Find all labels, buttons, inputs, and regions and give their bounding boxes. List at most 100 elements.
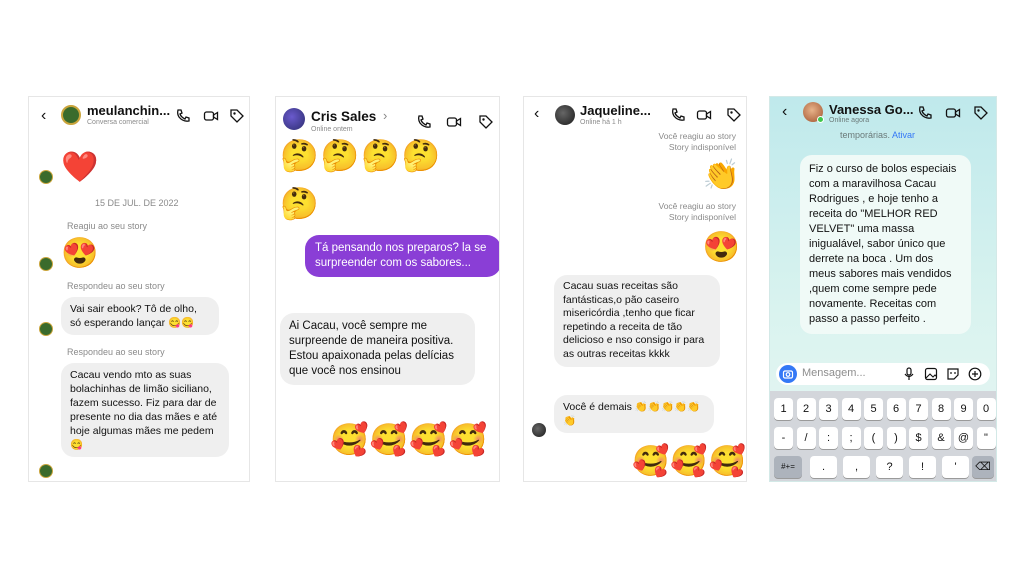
key[interactable]: ' bbox=[942, 456, 969, 478]
chevron-right-icon[interactable]: › bbox=[383, 108, 387, 123]
avatar[interactable] bbox=[283, 108, 305, 130]
microphone-icon[interactable] bbox=[902, 367, 916, 381]
message-bubble: Vai sair ebook? Tô de olho, só esperando… bbox=[61, 297, 219, 335]
notice-text: temporárias. bbox=[840, 130, 891, 140]
message-input[interactable]: Mensagem... bbox=[802, 367, 866, 379]
key[interactable]: 7 bbox=[909, 398, 928, 420]
sticker-icon[interactable] bbox=[946, 367, 960, 381]
clap-reaction: 👏 bbox=[702, 159, 740, 192]
back-arrow-icon[interactable]: ‹ bbox=[782, 103, 787, 121]
key[interactable]: " bbox=[976, 427, 996, 449]
heart-eyes-reaction: 😍 bbox=[61, 237, 99, 270]
key[interactable]: . bbox=[810, 456, 837, 478]
sender-avatar bbox=[39, 170, 53, 184]
message-input-bar[interactable]: Mensagem... bbox=[776, 363, 990, 385]
key[interactable]: , bbox=[843, 456, 870, 478]
key[interactable]: ! bbox=[909, 456, 936, 478]
tag-icon[interactable] bbox=[726, 107, 742, 123]
key[interactable]: 0 bbox=[976, 398, 996, 420]
sender-avatar bbox=[532, 423, 546, 437]
key[interactable]: @ bbox=[954, 427, 973, 449]
contact-name[interactable]: Jaqueline... bbox=[580, 103, 651, 118]
contact-subtitle: Online agora bbox=[829, 117, 870, 124]
tag-icon[interactable] bbox=[478, 114, 494, 130]
story-reaction-label: Você reagiu ao story Story indisponível bbox=[659, 131, 737, 153]
back-arrow-icon[interactable]: ‹ bbox=[534, 105, 539, 123]
contact-name[interactable]: meulanchin... bbox=[87, 103, 170, 118]
contact-name[interactable]: Vanessa Go... bbox=[829, 102, 914, 117]
activate-link[interactable]: Ativar bbox=[892, 130, 915, 140]
chat-header: ‹ meulanchin... Conversa comercial bbox=[29, 97, 249, 135]
phone-icon[interactable] bbox=[416, 114, 432, 130]
tag-icon[interactable] bbox=[229, 108, 245, 124]
key[interactable]: 3 bbox=[819, 398, 838, 420]
keyboard-row-numbers: 1 2 3 4 5 6 7 8 9 0 bbox=[774, 398, 996, 420]
camera-icon[interactable] bbox=[779, 365, 797, 383]
received-message-bubble: Ai Cacau, você sempre me surpreende de m… bbox=[280, 313, 475, 385]
chat-header: Cris Sales › Online ontem bbox=[276, 97, 499, 139]
story-reaction-label: Reagiu ao seu story bbox=[67, 221, 148, 231]
key[interactable]: 6 bbox=[886, 398, 906, 420]
key[interactable]: 5 bbox=[864, 398, 883, 420]
story-reply-label: Respondeu ao seu story bbox=[67, 281, 165, 291]
key[interactable]: 8 bbox=[931, 398, 951, 420]
video-call-icon[interactable] bbox=[446, 114, 462, 130]
story-unavailable-text: Story indisponível bbox=[668, 212, 736, 222]
chat-screenshot-1: ‹ meulanchin... Conversa comercial ❤️ 15… bbox=[28, 96, 250, 482]
phone-icon[interactable] bbox=[670, 107, 686, 123]
sender-avatar bbox=[39, 322, 53, 336]
key[interactable]: ? bbox=[876, 456, 903, 478]
online-indicator bbox=[817, 116, 824, 123]
contact-subtitle: Online há 1 h bbox=[580, 119, 622, 126]
heart-reaction: ❤️ bbox=[61, 151, 99, 184]
keyboard: 1 2 3 4 5 6 7 8 9 0 - / : ; ( ) $ & @ " … bbox=[770, 391, 996, 481]
shift-symbols-key[interactable]: #+= bbox=[774, 456, 802, 478]
key[interactable]: ; bbox=[841, 427, 861, 449]
image-icon[interactable] bbox=[924, 367, 938, 381]
smiling-hearts-emoji-row: 🥰🥰🥰 bbox=[632, 445, 747, 478]
phone-icon[interactable] bbox=[175, 108, 191, 124]
avatar[interactable] bbox=[555, 105, 575, 125]
key[interactable]: / bbox=[796, 427, 816, 449]
key[interactable]: - bbox=[774, 427, 793, 449]
date-separator: 15 DE JUL. DE 2022 bbox=[95, 198, 179, 208]
tag-icon[interactable] bbox=[973, 105, 989, 121]
sender-avatar bbox=[39, 257, 53, 271]
key[interactable]: 9 bbox=[954, 398, 973, 420]
story-reaction-text: Você reagiu ao story bbox=[658, 131, 737, 141]
avatar[interactable] bbox=[61, 105, 81, 125]
backspace-icon[interactable]: ⌫ bbox=[972, 456, 994, 478]
key[interactable]: ) bbox=[886, 427, 906, 449]
video-call-icon[interactable] bbox=[945, 105, 961, 121]
key[interactable]: 1 bbox=[774, 398, 793, 420]
story-reaction-label: Você reagiu ao story Story indisponível bbox=[659, 201, 737, 223]
temporary-messages-notice: temporárias. Ativar bbox=[840, 130, 915, 140]
sent-message-bubble: Tá pensando nos preparos? la se surpreen… bbox=[305, 235, 499, 277]
key[interactable]: 2 bbox=[796, 398, 816, 420]
chat-header: ‹ Jaqueline... Online há 1 h bbox=[524, 97, 746, 133]
chat-header: ‹ Vanessa Go... Online agora bbox=[770, 97, 996, 129]
contact-name[interactable]: Cris Sales bbox=[311, 109, 376, 124]
video-call-icon[interactable] bbox=[203, 108, 219, 124]
received-message-bubble: Você é demais 👏👏👏👏👏👏 bbox=[554, 395, 714, 433]
video-call-icon[interactable] bbox=[696, 107, 712, 123]
key[interactable]: 4 bbox=[841, 398, 861, 420]
chat-screenshot-4: ‹ Vanessa Go... Online agora temporárias… bbox=[769, 96, 997, 482]
sender-avatar bbox=[39, 464, 53, 478]
key[interactable]: $ bbox=[909, 427, 928, 449]
contact-subtitle: Online ontem bbox=[311, 126, 353, 133]
key[interactable]: & bbox=[931, 427, 951, 449]
story-unavailable-text: Story indisponível bbox=[668, 142, 736, 152]
chat-screenshot-3: ‹ Jaqueline... Online há 1 h Você reagiu… bbox=[523, 96, 747, 482]
heart-eyes-reaction: 😍 bbox=[702, 231, 740, 264]
received-message-bubble: Cacau suas receitas são fantásticas,o pã… bbox=[554, 275, 720, 367]
key[interactable]: ( bbox=[864, 427, 883, 449]
key[interactable]: : bbox=[819, 427, 838, 449]
keyboard-row-bottom: #+= . , ? ! ' ⌫ bbox=[774, 456, 994, 478]
phone-icon[interactable] bbox=[917, 105, 933, 121]
add-icon[interactable] bbox=[968, 367, 982, 381]
chat-screenshot-2: Cris Sales › Online ontem 🤔🤔🤔🤔 🤔 Tá pens… bbox=[275, 96, 500, 482]
back-arrow-icon[interactable]: ‹ bbox=[41, 107, 46, 125]
smiling-hearts-emoji-row: 🥰🥰🥰🥰 bbox=[330, 422, 489, 457]
contact-subtitle: Conversa comercial bbox=[87, 119, 149, 126]
